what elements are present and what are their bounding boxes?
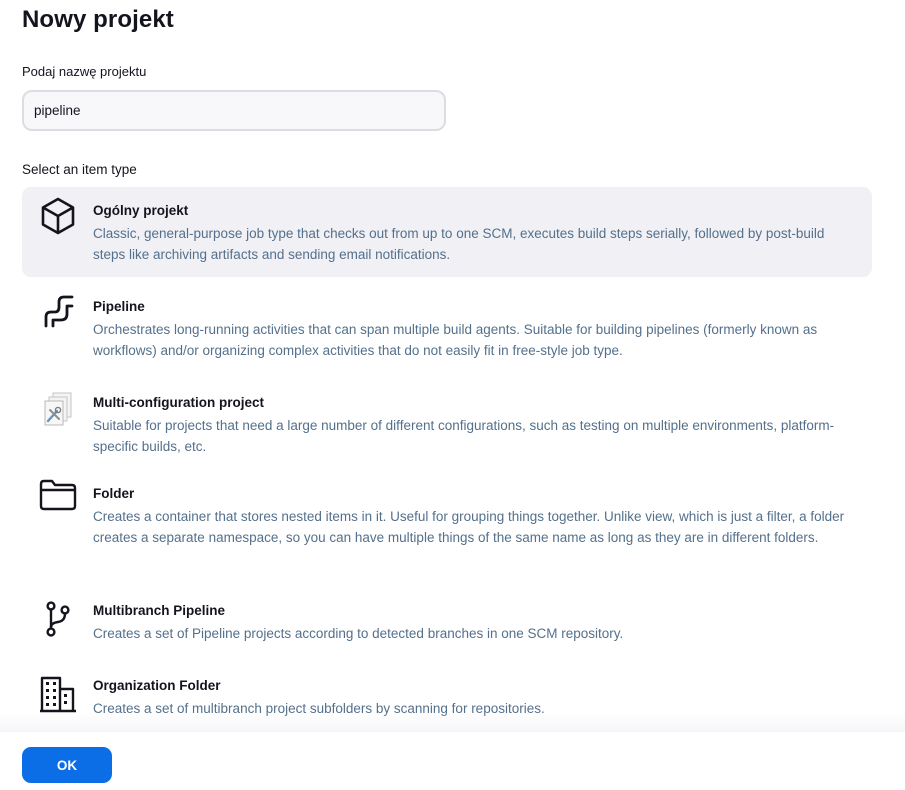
ok-button[interactable]: OK [22, 747, 112, 783]
item-type-pipeline[interactable]: Pipeline Orchestrates long-running activ… [22, 283, 872, 373]
branch-icon [38, 599, 78, 639]
item-type-description: Suitable for projects that need a large … [93, 418, 835, 454]
item-type-description: Creates a container that stores nested i… [93, 509, 845, 545]
item-type-description: Orchestrates long-running activities tha… [93, 322, 818, 358]
folder-icon [38, 475, 78, 515]
pipeline-icon [38, 292, 78, 332]
footer-shadow [0, 712, 905, 732]
item-type-title: Multibranch Pipeline [93, 603, 226, 618]
item-type-multibranch-pipeline[interactable]: Multibranch Pipeline Creates a set of Pi… [22, 587, 872, 657]
item-type-multi-configuration[interactable]: Multi-configuration project Suitable for… [22, 379, 872, 461]
footer-bar [0, 732, 905, 790]
item-type-description: Classic, general-purpose job type that c… [93, 226, 825, 262]
item-type-description: Creates a set of Pipeline projects accor… [93, 626, 624, 641]
item-type-title: Pipeline [93, 299, 145, 314]
item-type-title: Folder [93, 486, 135, 501]
freestyle-box-icon [38, 196, 78, 236]
organization-building-icon [38, 674, 78, 714]
item-type-freestyle[interactable]: Ogólny projekt Classic, general-purpose … [22, 187, 872, 277]
item-type-title: Multi-configuration project [93, 395, 264, 410]
project-name-input[interactable] [22, 90, 446, 131]
item-type-title: Organization Folder [93, 678, 221, 693]
item-type-folder[interactable]: Folder Creates a container that stores n… [22, 470, 872, 580]
item-type-label: Select an item type [22, 162, 137, 177]
item-type-list: Ogólny projekt Classic, general-purpose … [22, 187, 872, 732]
page-title: Nowy projekt [22, 6, 174, 33]
item-type-title: Ogólny projekt [93, 203, 189, 218]
multi-configuration-icon [38, 391, 78, 431]
project-name-label: Podaj nazwę projektu [22, 64, 147, 79]
